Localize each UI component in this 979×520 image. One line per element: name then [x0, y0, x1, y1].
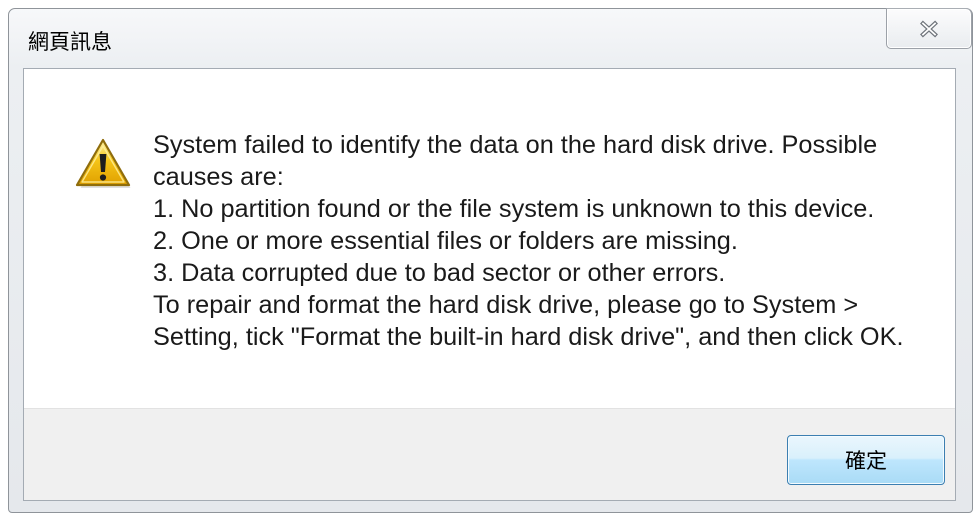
message-line: causes are: — [153, 163, 284, 191]
close-button[interactable] — [886, 8, 972, 49]
message-text: System failed to identify the data on th… — [153, 129, 903, 353]
dialog-title: 網頁訊息 — [28, 30, 112, 54]
message-line: 2. One or more essential files or folder… — [153, 227, 738, 255]
dialog-window: 網頁訊息 System failed to identify the data … — [8, 8, 973, 513]
message-line: 3. Data corrupted due to bad sector or o… — [153, 259, 726, 287]
ok-button[interactable]: 確定 — [787, 435, 945, 485]
message-line: System failed to identify the data on th… — [153, 131, 878, 159]
button-bar: 確定 — [24, 408, 955, 500]
warning-icon — [74, 137, 132, 191]
close-icon — [920, 20, 938, 37]
dialog-content: System failed to identify the data on th… — [23, 68, 956, 501]
message-line: To repair and format the hard disk drive… — [153, 291, 859, 319]
message-line: Setting, tick "Format the built-in hard … — [153, 323, 904, 351]
message-line: 1. No partition found or the file system… — [153, 195, 875, 223]
